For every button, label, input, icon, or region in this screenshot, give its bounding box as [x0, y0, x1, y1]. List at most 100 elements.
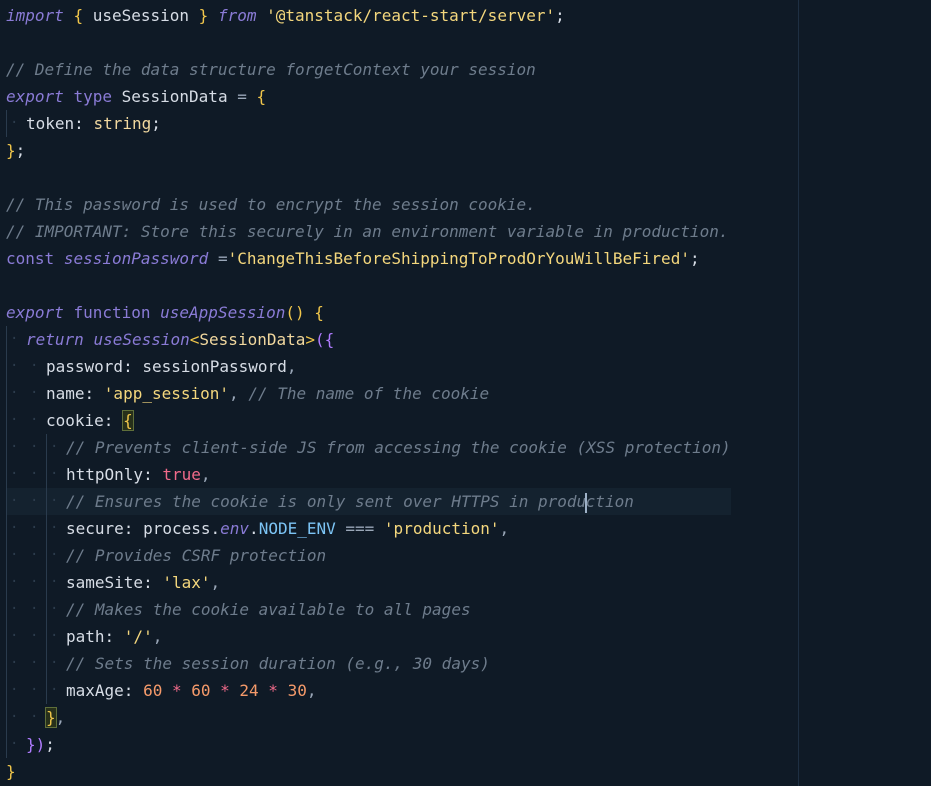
punctuation: : [123, 681, 144, 700]
variable: sessionPassword [63, 249, 209, 268]
column-ruler [798, 0, 799, 786]
matched-bracket: { [122, 410, 134, 431]
code-line-11[interactable] [6, 272, 731, 299]
code-line-17[interactable]: // Prevents client-side JS from accessin… [6, 434, 731, 461]
comment: // Makes the cookie available to all pag… [66, 600, 471, 619]
indent-dot [26, 650, 46, 677]
indent-guide [46, 434, 66, 461]
code-line-25[interactable]: // Sets the session duration (e.g., 30 d… [6, 650, 731, 677]
parens: () [285, 303, 305, 322]
code-line-15[interactable]: name: 'app_session', // The name of the … [6, 380, 731, 407]
code-line-20[interactable]: secure: process.env.NODE_ENV === 'produc… [6, 515, 731, 542]
operator: = [227, 87, 257, 106]
property: httpOnly [66, 465, 144, 484]
indent-guide [46, 542, 66, 569]
string: 'production' [383, 519, 500, 538]
code-editor[interactable]: import { useSession } from '@tanstack/re… [0, 0, 931, 786]
indent-dot [26, 704, 46, 731]
code-line-5[interactable]: token: string; [6, 110, 731, 137]
operator: = [208, 249, 228, 268]
string: '@tanstack/react-start/server' [266, 6, 556, 25]
code-line-1[interactable]: import { useSession } from '@tanstack/re… [6, 2, 731, 29]
code-line-16[interactable]: cookie: { [6, 407, 731, 434]
punctuation: : [103, 411, 124, 430]
keyword: import [6, 6, 64, 25]
code-line-14[interactable]: password: sessionPassword, [6, 353, 731, 380]
punctuation: . [249, 519, 259, 538]
code-line-28[interactable]: }); [6, 731, 731, 758]
code-line-8[interactable]: // This password is used to encrypt the … [6, 191, 731, 218]
brace: } [6, 762, 16, 781]
code-line-9[interactable]: // IMPORTANT: Store this securely in an … [6, 218, 731, 245]
type: string [93, 114, 152, 133]
code-line-6[interactable]: }; [6, 137, 731, 164]
property: maxAge [66, 681, 124, 700]
operator: === [335, 519, 384, 538]
brace: ({ [315, 330, 335, 349]
code-line-3[interactable]: // Define the data structure forgetConte… [6, 56, 731, 83]
code-line-19-active[interactable]: // Ensures the cookie is only sent over … [6, 488, 731, 515]
comment: // Ensures the cookie is only sent over … [66, 492, 587, 511]
comment: // The name of the cookie [248, 384, 490, 403]
keyword: export [6, 87, 64, 106]
env-variable: NODE_ENV [258, 519, 336, 538]
operator: * [162, 681, 192, 700]
punctuation: : [74, 114, 94, 133]
indent-guide [46, 461, 66, 488]
code-line-13[interactable]: return useSession<SessionData>({ [6, 326, 731, 353]
keyword: const [6, 249, 55, 268]
number: 24 [239, 681, 259, 700]
indent-guide [6, 650, 26, 677]
property: secure [66, 519, 124, 538]
punctuation: ; [151, 114, 161, 133]
brace: { [73, 6, 84, 25]
keyword: type [73, 87, 112, 106]
punctuation: . [210, 519, 221, 538]
number: 60 [191, 681, 211, 700]
indent-dot [26, 515, 46, 542]
code-line-7[interactable] [6, 164, 731, 191]
angle-bracket: < [189, 330, 200, 349]
indent-guide [6, 110, 26, 137]
indent-guide [6, 353, 26, 380]
code-lines: import { useSession } from '@tanstack/re… [6, 2, 731, 785]
keyword: export [6, 303, 64, 322]
code-line-22[interactable]: sameSite: 'lax', [6, 569, 731, 596]
code-line-27[interactable]: }, [6, 704, 731, 731]
code-line-4[interactable]: export type SessionData = { [6, 83, 731, 110]
code-line-29[interactable]: } [6, 758, 731, 785]
indent-dot [26, 542, 46, 569]
code-line-10[interactable]: const sessionPassword ='ChangeThisBefore… [6, 245, 731, 272]
property: path [66, 627, 105, 646]
property: token [26, 114, 75, 133]
comment: // This password is used to encrypt the … [6, 195, 536, 214]
code-line-18[interactable]: httpOnly: true, [6, 461, 731, 488]
code-line-21[interactable]: // Provides CSRF protection [6, 542, 731, 569]
property: cookie [46, 411, 104, 430]
property: name [46, 384, 85, 403]
indent-dot [26, 434, 46, 461]
punctuation: : [104, 627, 124, 646]
string: 'app_session' [103, 384, 230, 403]
brace: { [314, 303, 324, 322]
indent-guide [46, 623, 66, 650]
code-line-24[interactable]: path: '/', [6, 623, 731, 650]
code-line-2[interactable] [6, 29, 731, 56]
indent-guide [6, 731, 26, 758]
comment: // Define the data structure forgetConte… [6, 60, 536, 79]
indent-guide [46, 569, 66, 596]
code-line-26[interactable]: maxAge: 60 * 60 * 24 * 30, [6, 677, 731, 704]
indent-dot [26, 488, 46, 515]
indent-dot [26, 569, 46, 596]
property: sameSite [66, 573, 144, 592]
punctuation: , [210, 573, 221, 592]
indent-guide [6, 326, 26, 353]
indent-guide [46, 650, 66, 677]
indent-guide [46, 596, 66, 623]
code-line-23[interactable]: // Makes the cookie available to all pag… [6, 596, 731, 623]
comment: // IMPORTANT: Store this securely in an … [6, 222, 729, 241]
comment: // Provides CSRF protection [66, 546, 327, 565]
punctuation: , [55, 708, 66, 727]
type-argument: SessionData [199, 330, 306, 349]
code-line-12[interactable]: export function useAppSession() { [6, 299, 731, 326]
